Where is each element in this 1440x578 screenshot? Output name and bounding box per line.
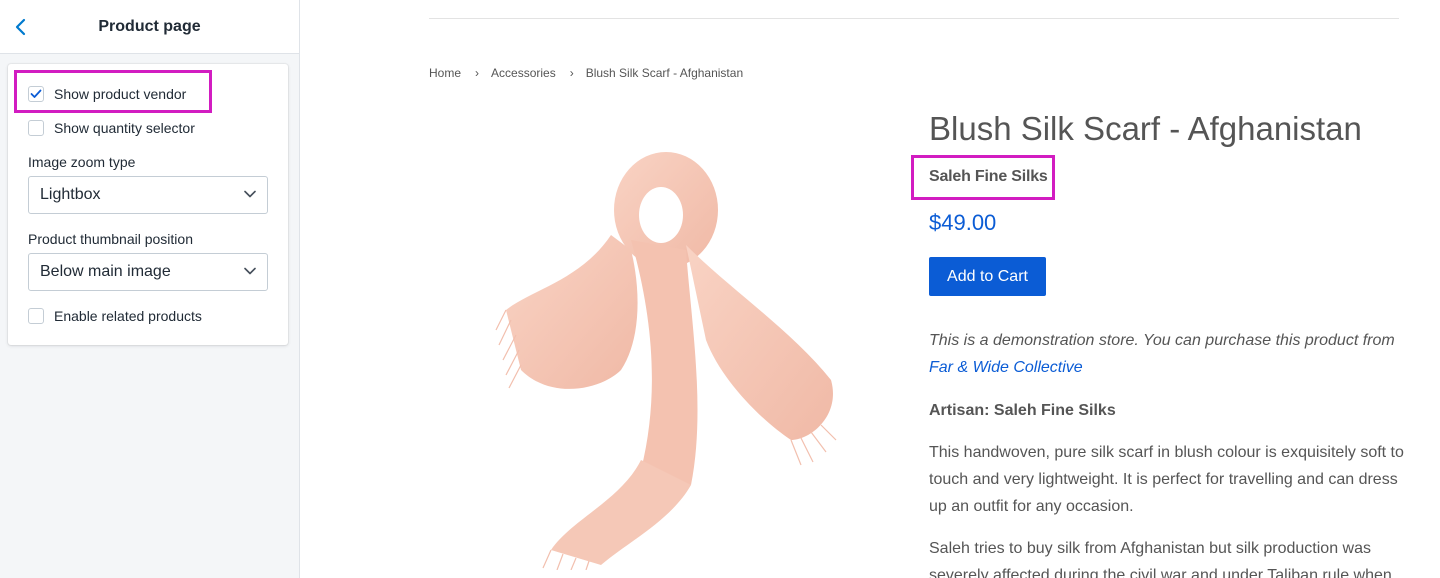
store-preview: Home › Accessories › Blush Silk Scarf - … — [301, 0, 1440, 578]
show-quantity-label: Show quantity selector — [54, 120, 195, 136]
sidebar-title: Product page — [98, 17, 201, 35]
show-vendor-checkbox-row[interactable]: Show product vendor — [28, 86, 186, 102]
related-products-label: Enable related products — [54, 308, 202, 324]
zoom-type-value: Lightbox — [40, 186, 101, 203]
show-quantity-checkbox-row[interactable]: Show quantity selector — [28, 120, 195, 136]
show-vendor-label: Show product vendor — [54, 86, 187, 102]
breadcrumb-separator: › — [569, 66, 574, 80]
related-products-checkbox-row[interactable]: Enable related products — [28, 308, 202, 324]
thumbnail-position-value: Below main image — [40, 263, 171, 280]
product-vendor: Saleh Fine Silks — [929, 168, 1048, 185]
theme-editor-sidebar: Product page Show product vendor Show qu… — [0, 0, 300, 578]
sidebar-header: Product page — [0, 0, 299, 54]
related-products-checkbox[interactable] — [28, 308, 44, 324]
breadcrumb: Home › Accessories › Blush Silk Scarf - … — [429, 66, 743, 80]
chevron-down-icon — [244, 267, 256, 275]
product-price: $49.00 — [929, 210, 997, 235]
thumbnail-position-label: Product thumbnail position — [28, 231, 193, 247]
demo-note-text: This is a demonstration store. You can p… — [929, 332, 1395, 349]
add-to-cart-button[interactable]: Add to Cart — [929, 257, 1046, 296]
far-and-wide-link[interactable]: Far & Wide Collective — [929, 359, 1083, 376]
checkmark-icon — [30, 89, 42, 98]
settings-panel: Show product vendor Show quantity select… — [8, 64, 288, 345]
breadcrumb-separator: › — [475, 66, 480, 80]
description-paragraph-2: Saleh tries to buy silk from Afghanistan… — [929, 540, 1392, 578]
thumbnail-position-select[interactable]: Below main image — [28, 253, 268, 291]
zoom-type-label: Image zoom type — [28, 154, 136, 170]
demo-note: This is a demonstration store. You can p… — [929, 327, 1404, 381]
show-quantity-checkbox[interactable] — [28, 120, 44, 136]
chevron-left-icon — [15, 18, 26, 36]
description-paragraph-1: This handwoven, pure silk scarf in blush… — [929, 444, 1404, 515]
breadcrumb-home[interactable]: Home — [429, 66, 461, 80]
breadcrumb-current: Blush Silk Scarf - Afghanistan — [585, 66, 744, 80]
zoom-type-select[interactable]: Lightbox — [28, 176, 268, 214]
product-title: Blush Silk Scarf - Afghanistan — [929, 110, 1362, 147]
header-divider — [429, 18, 1399, 19]
chevron-down-icon — [244, 190, 256, 198]
product-image[interactable] — [491, 140, 851, 570]
artisan-heading-text: Artisan: Saleh Fine Silks — [929, 402, 1116, 419]
show-vendor-checkbox[interactable] — [28, 86, 44, 102]
back-button[interactable] — [8, 13, 32, 41]
breadcrumb-accessories[interactable]: Accessories — [491, 66, 556, 80]
artisan-heading: Artisan: Saleh Fine Silks — [929, 397, 1404, 424]
